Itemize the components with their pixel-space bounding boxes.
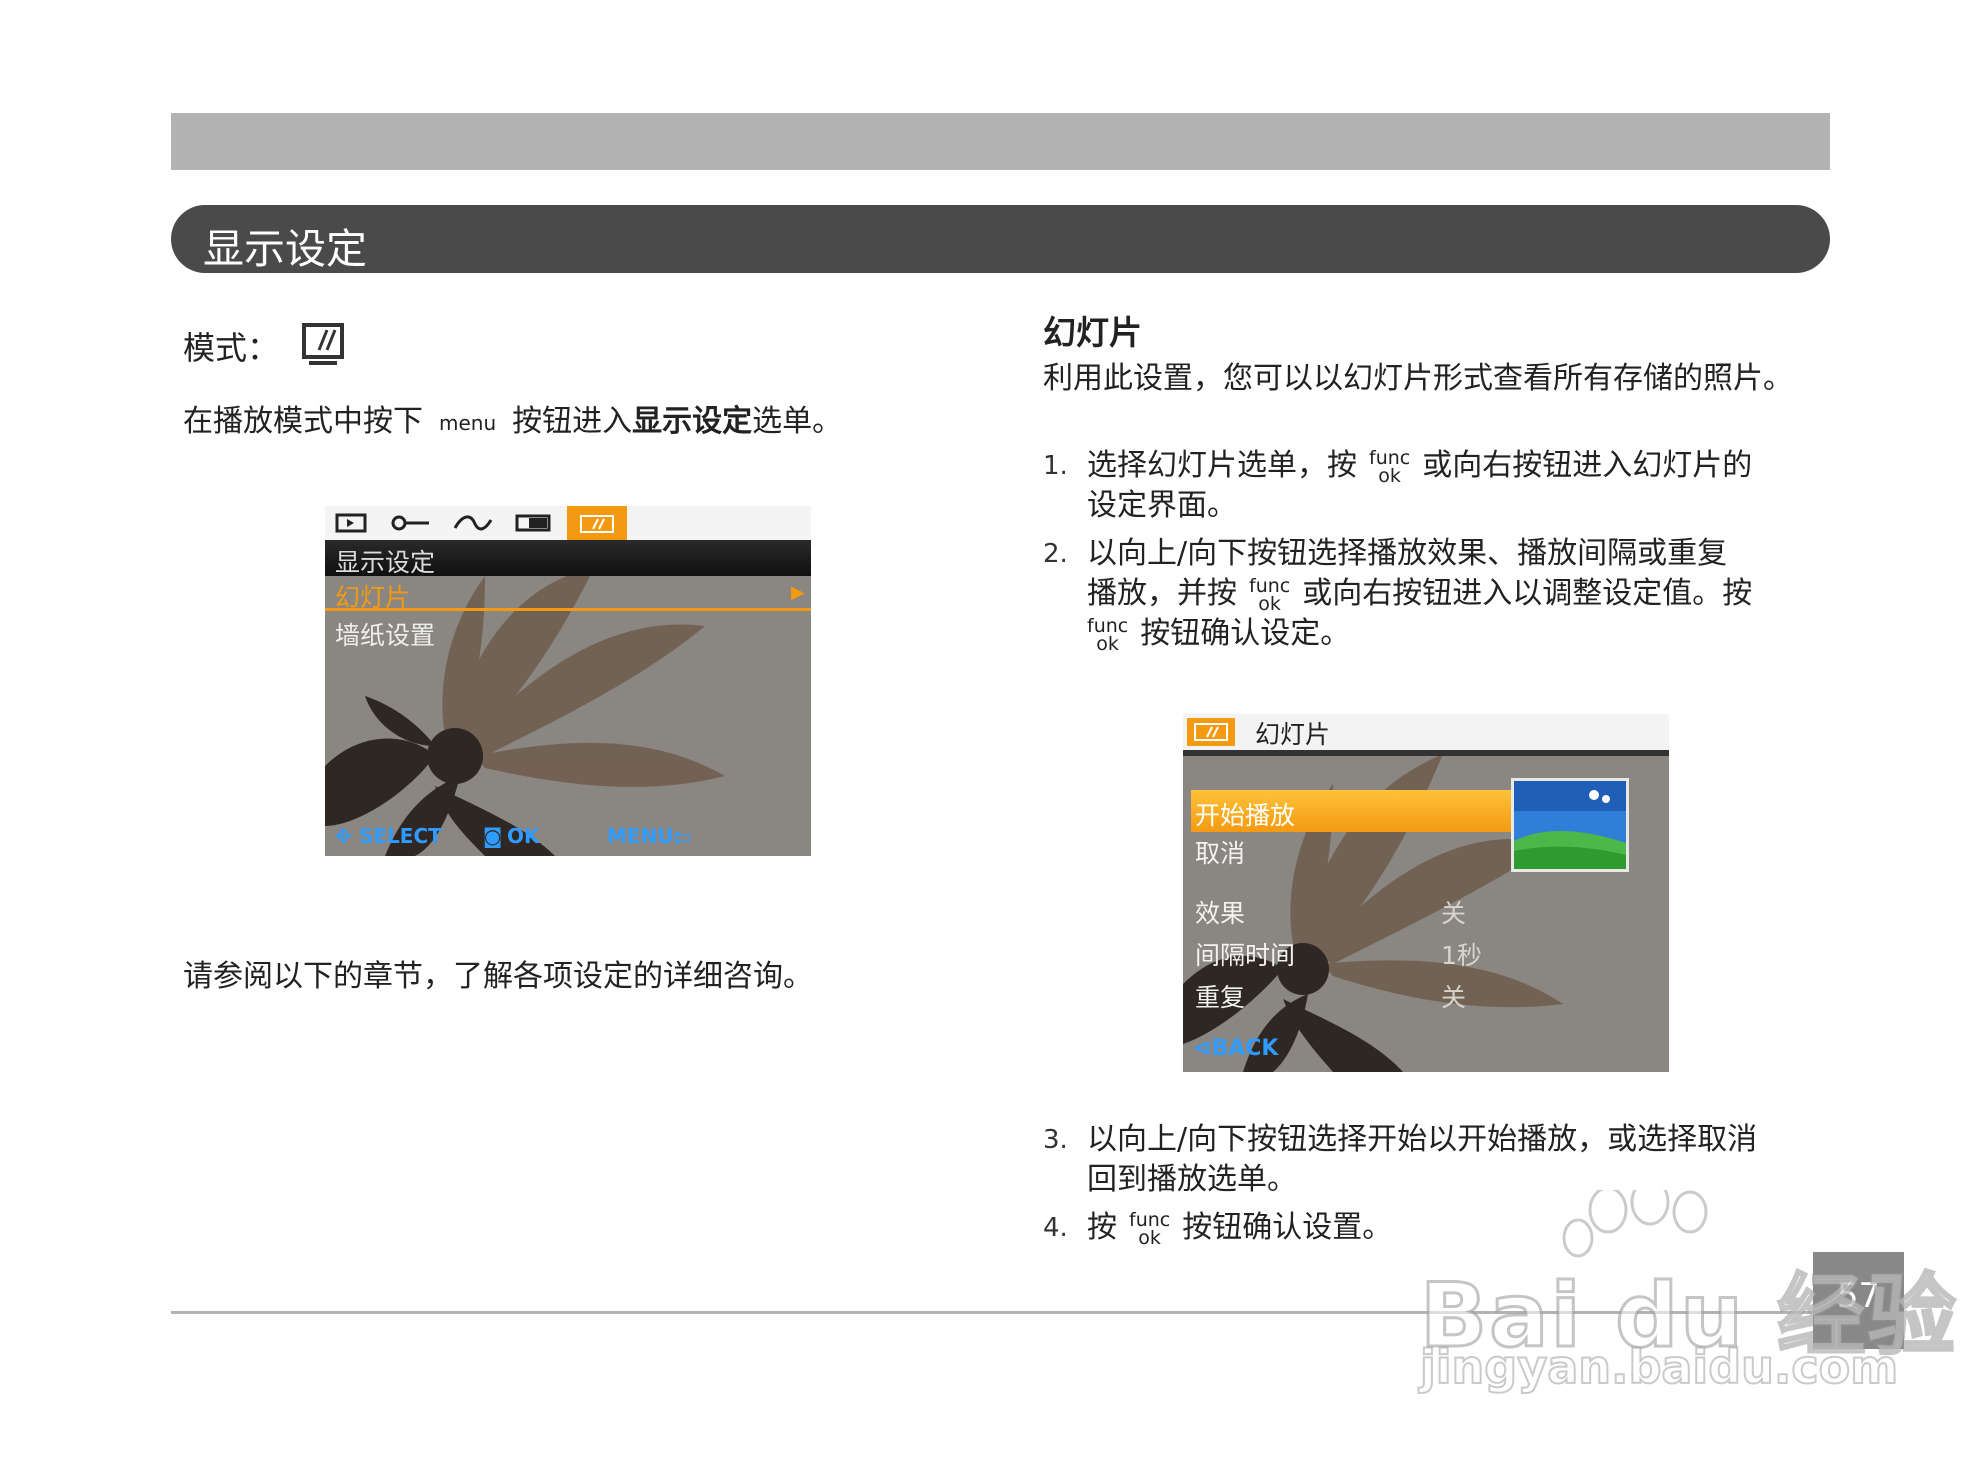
flower-photo-background bbox=[1183, 714, 1669, 1072]
func-ok-key-label: func ok bbox=[1249, 574, 1291, 615]
repeat-value: 关 bbox=[1441, 983, 1467, 1012]
selection-underline bbox=[325, 608, 811, 611]
option-repeat[interactable]: 重复 bbox=[1195, 978, 1245, 1014]
display-settings-tab-icon bbox=[1187, 718, 1235, 746]
display-settings-mode-icon bbox=[302, 323, 344, 365]
hint-ok: OK bbox=[507, 824, 540, 848]
func-ok-key-label: func ok bbox=[1087, 614, 1129, 655]
screen-menu-header: 幻灯片 bbox=[1183, 714, 1669, 750]
hint-select: SELECT bbox=[359, 824, 442, 848]
return-icon: ▭ bbox=[673, 824, 692, 848]
reference-text: 请参阅以下的章节，了解各项设定的详细咨询。 bbox=[183, 959, 813, 994]
chevron-right-icon: ▶ bbox=[791, 582, 805, 603]
section-header-bar: 显示设定 bbox=[171, 205, 1830, 273]
playback-tab-icon[interactable] bbox=[335, 512, 367, 534]
func-ok-key-label: func ok bbox=[1129, 1208, 1171, 1249]
effect-value: 关 bbox=[1441, 899, 1467, 928]
camera-screen-display-settings: 显示设定 幻灯片 ▶ 墙纸设置 ✥ SELECT ◙ OK MENU: ▭ bbox=[325, 506, 811, 856]
top-gray-bar bbox=[171, 113, 1830, 170]
option-cancel[interactable]: 取消 bbox=[1195, 834, 1245, 870]
menu-key-label: menu bbox=[439, 410, 497, 435]
menu-tab-bar bbox=[325, 506, 811, 542]
intro-text: 在播放模式中按下 menu 按钮进入显示设定选单。 bbox=[183, 404, 843, 439]
key-tab-icon[interactable] bbox=[391, 512, 431, 534]
func-ok-key-label: func ok bbox=[1369, 446, 1411, 487]
slideshow-preview-thumbnail bbox=[1511, 778, 1629, 872]
back-arrow-icon: ⊲ bbox=[1193, 1036, 1212, 1061]
option-start-playback[interactable]: 开始播放 bbox=[1191, 790, 1511, 832]
hint-menu: MENU: bbox=[607, 824, 682, 848]
slideshow-heading: 幻灯片 bbox=[1043, 313, 1142, 352]
back-hint[interactable]: ⊲BACK bbox=[1193, 1036, 1278, 1061]
mode-label: 模式： bbox=[183, 329, 280, 367]
option-interval[interactable]: 间隔时间 bbox=[1195, 936, 1295, 972]
screen-menu-header: 显示设定 bbox=[325, 540, 811, 577]
watermark-url: jingyan.baidu.com bbox=[1419, 1339, 1899, 1395]
interval-value: 1秒 bbox=[1441, 941, 1482, 970]
wave-tab-icon[interactable] bbox=[453, 512, 493, 534]
ok-button-icon: ◙ bbox=[483, 824, 503, 848]
dpad-icon: ✥ bbox=[335, 824, 352, 848]
display-settings-tab-active[interactable] bbox=[567, 506, 627, 542]
option-effect[interactable]: 效果 bbox=[1195, 894, 1245, 930]
print-tab-icon[interactable] bbox=[515, 512, 551, 534]
header-divider bbox=[1183, 750, 1669, 756]
menu-item-wallpaper[interactable]: 墙纸设置 bbox=[335, 616, 435, 652]
section-title: 显示设定 bbox=[203, 225, 367, 273]
slideshow-description: 利用此设置，您可以以幻灯片形式查看所有存储的照片。 bbox=[1043, 361, 1793, 396]
camera-screen-slideshow: 幻灯片 开始播放 取消 效果 关 间隔时间 1秒 重复 关 ⊲BACK bbox=[1183, 714, 1669, 1072]
